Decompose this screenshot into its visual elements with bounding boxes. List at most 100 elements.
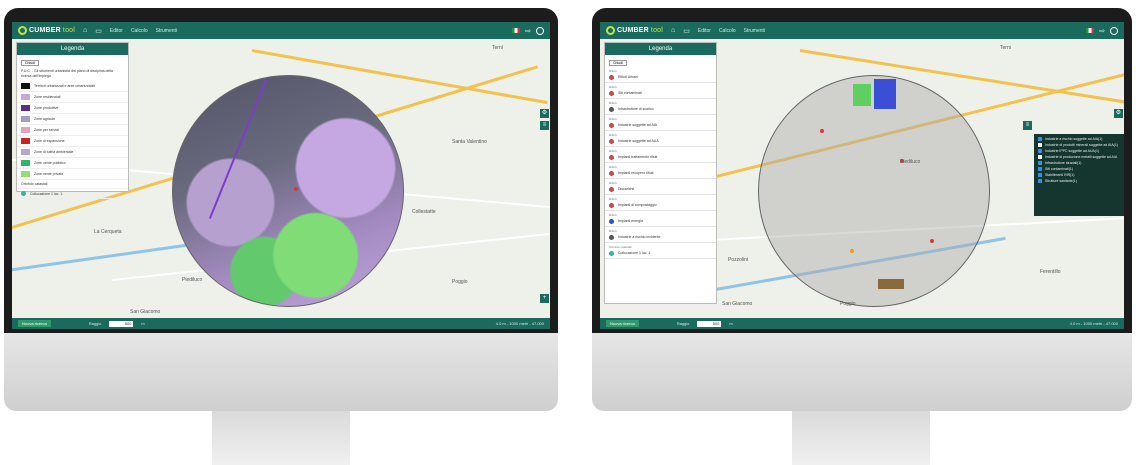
town-label: Santa Valentino bbox=[452, 139, 487, 145]
user-avatar[interactable] bbox=[536, 26, 544, 35]
home-icon[interactable]: ⌂ bbox=[83, 27, 87, 34]
top-navbar: CUMBER tool ⌂ ▭ Editor Calcolo Strumenti… bbox=[600, 22, 1124, 39]
layer-checkbox[interactable] bbox=[1038, 161, 1042, 165]
layer-label: Siti contaminati(1) bbox=[1045, 167, 1074, 171]
layer-label: Industrie di produzione metalli soggette… bbox=[1045, 155, 1118, 159]
legend-item: Zone produttive bbox=[17, 103, 128, 115]
raggio-label: Raggio bbox=[676, 321, 690, 326]
layer-checkbox[interactable] bbox=[1038, 143, 1042, 147]
layer-toggle[interactable]: Industrie di produzione metalli soggette… bbox=[1038, 155, 1120, 159]
layer-checkbox[interactable] bbox=[1038, 155, 1042, 159]
legend-marker-icon bbox=[609, 219, 614, 224]
analysis-radius-circle[interactable] bbox=[758, 75, 990, 307]
facility-area[interactable] bbox=[878, 279, 904, 289]
legend-marker-icon bbox=[609, 139, 614, 144]
monitor-chin bbox=[4, 333, 558, 411]
bottom-bar: Nuova ricerca Raggio 500 m 4.0 m - 1000 … bbox=[600, 318, 1124, 329]
analysis-radius-circle[interactable] bbox=[172, 75, 404, 307]
home-icon[interactable]: ⌂ bbox=[671, 27, 675, 34]
layer-checkbox[interactable] bbox=[1038, 137, 1042, 141]
legend-swatch bbox=[21, 149, 30, 156]
town-label: San Giacomo bbox=[722, 301, 753, 307]
layer-checkbox[interactable] bbox=[1038, 149, 1042, 153]
town-label: Piediluco bbox=[182, 277, 203, 283]
legend-item-label: Impianti energia bbox=[618, 219, 643, 224]
share-icon[interactable]: ⇨ bbox=[1099, 27, 1105, 35]
raggio-input[interactable]: 500 bbox=[697, 320, 722, 327]
legend-section-head: Rifiuti bbox=[609, 181, 617, 185]
layer-checkbox[interactable] bbox=[1038, 173, 1042, 177]
screen-right: CUMBER tool ⌂ ▭ Editor Calcolo Strumenti… bbox=[600, 22, 1124, 329]
flag-icon[interactable] bbox=[1086, 28, 1095, 33]
menu-calcolo[interactable]: Calcolo bbox=[131, 28, 148, 34]
raggio-input[interactable]: 500 bbox=[109, 320, 134, 327]
legend-footer: Ortofoto catastali bbox=[17, 180, 128, 190]
legend-item-label: Rifiuti Urbani bbox=[618, 75, 639, 80]
legend-section: Rifiuti Infrastrutture di scarico bbox=[605, 99, 716, 115]
legend-section-head: Rifiuti bbox=[609, 213, 617, 217]
user-avatar[interactable] bbox=[1110, 26, 1118, 35]
screen-left: CUMBER tool ⌂ ▭ Editor Calcolo Strumenti… bbox=[12, 22, 550, 329]
facility-area[interactable] bbox=[874, 79, 896, 109]
legend-item: Zone per servizi bbox=[17, 125, 128, 137]
layer-checkbox[interactable] bbox=[1038, 179, 1042, 183]
layer-toggle[interactable]: Siti contaminati(1) bbox=[1038, 167, 1120, 171]
legend-item-label: Territori urbanizzati e aree urbanizzabi… bbox=[34, 84, 95, 88]
new-search-button[interactable]: Nuova ricerca bbox=[18, 320, 51, 327]
menu-strumenti[interactable]: Strumenti bbox=[744, 28, 765, 34]
legend-item-label: Impianti di compostaggio bbox=[618, 203, 657, 208]
layer-toggle[interactable]: Industrie IPPC soggette ad AUA(1) bbox=[1038, 149, 1120, 153]
map-pin[interactable] bbox=[930, 239, 934, 243]
bottom-bar: Nuova ricerca Raggio 500 m 4.0 m - 1000 … bbox=[12, 318, 550, 329]
legend-item-label: Zone produttive bbox=[34, 106, 59, 110]
layer-label: Strutture sanitarie(1) bbox=[1045, 179, 1077, 183]
town-label: La Cerqueta bbox=[94, 229, 122, 235]
settings-icon[interactable]: ⚙ bbox=[1114, 109, 1123, 118]
layer-toggle[interactable]: Infrastrutture stradali(1) bbox=[1038, 161, 1120, 165]
facility-area[interactable] bbox=[853, 84, 871, 106]
legend-swatch bbox=[21, 105, 30, 112]
legend-swatch bbox=[21, 160, 30, 167]
legend-item-label: Impianti recupero rifiuti bbox=[618, 171, 654, 176]
legend-item-label: Zone di tutela ambientale bbox=[34, 150, 74, 154]
layer-toggle[interactable]: Stabilimenti RIR(1) bbox=[1038, 173, 1120, 177]
legend-marker-icon bbox=[609, 75, 614, 80]
layer-toggle[interactable]: Industrie di prodotti minerali soggette … bbox=[1038, 143, 1120, 147]
town-label: Poggio bbox=[840, 301, 856, 307]
layer-toggle[interactable]: Industrie a rischio soggette ad AIA(1) bbox=[1038, 137, 1120, 141]
legend-item: Territori urbanizzati e aree urbanizzabi… bbox=[17, 81, 128, 93]
legend-item-label: Discariche bbox=[618, 187, 635, 192]
legend-footer: Ortofoto catastali Collocazione 1 loc. 1 bbox=[605, 243, 716, 259]
top-navbar: CUMBER tool ⌂ ▭ Editor Calcolo Strumenti… bbox=[12, 22, 550, 39]
menu-strumenti[interactable]: Strumenti bbox=[156, 28, 177, 34]
logo-icon bbox=[18, 26, 27, 35]
app-logo[interactable]: CUMBER tool bbox=[18, 26, 75, 35]
legend-swatch bbox=[21, 127, 30, 134]
layer-checkbox[interactable] bbox=[1038, 167, 1042, 171]
settings-icon[interactable]: ⚙ bbox=[540, 109, 549, 118]
flag-icon[interactable] bbox=[512, 28, 521, 33]
legend-close-button[interactable]: Chiudi bbox=[21, 60, 39, 66]
app-logo[interactable]: CUMBER tool bbox=[606, 26, 663, 35]
layers-icon[interactable]: ≡ bbox=[1023, 121, 1032, 130]
map-pin[interactable] bbox=[820, 129, 824, 133]
layers-icon[interactable]: ≡ bbox=[540, 121, 549, 130]
menu-editor[interactable]: Editor bbox=[110, 28, 123, 34]
layer-label: Stabilimenti RIR(1) bbox=[1045, 173, 1075, 177]
zoom-in-icon[interactable]: + bbox=[540, 294, 549, 303]
menu-editor[interactable]: Editor bbox=[698, 28, 711, 34]
layer-toggle[interactable]: Strutture sanitarie(1) bbox=[1038, 179, 1120, 183]
share-icon[interactable]: ⇨ bbox=[525, 27, 531, 35]
legend-section: Rifiuti Rifiuti Urbani bbox=[605, 67, 716, 83]
center-pin[interactable] bbox=[294, 187, 298, 191]
chat-icon[interactable]: ▭ bbox=[683, 27, 690, 35]
legend-section: Rifiuti Industrie soggette ad AIA bbox=[605, 115, 716, 131]
legend-close-button[interactable]: Chiudi bbox=[609, 60, 627, 66]
chat-icon[interactable]: ▭ bbox=[95, 27, 102, 35]
menu-calcolo[interactable]: Calcolo bbox=[719, 28, 736, 34]
legend-footer-item[interactable]: Collocazione 1 loc. 1 bbox=[17, 189, 128, 200]
new-search-button[interactable]: Nuova ricerca bbox=[606, 320, 639, 327]
legend-section: Rifiuti Impianti energia bbox=[605, 211, 716, 227]
legend-item: Zone residenziali bbox=[17, 92, 128, 104]
map-pin[interactable] bbox=[850, 249, 854, 253]
